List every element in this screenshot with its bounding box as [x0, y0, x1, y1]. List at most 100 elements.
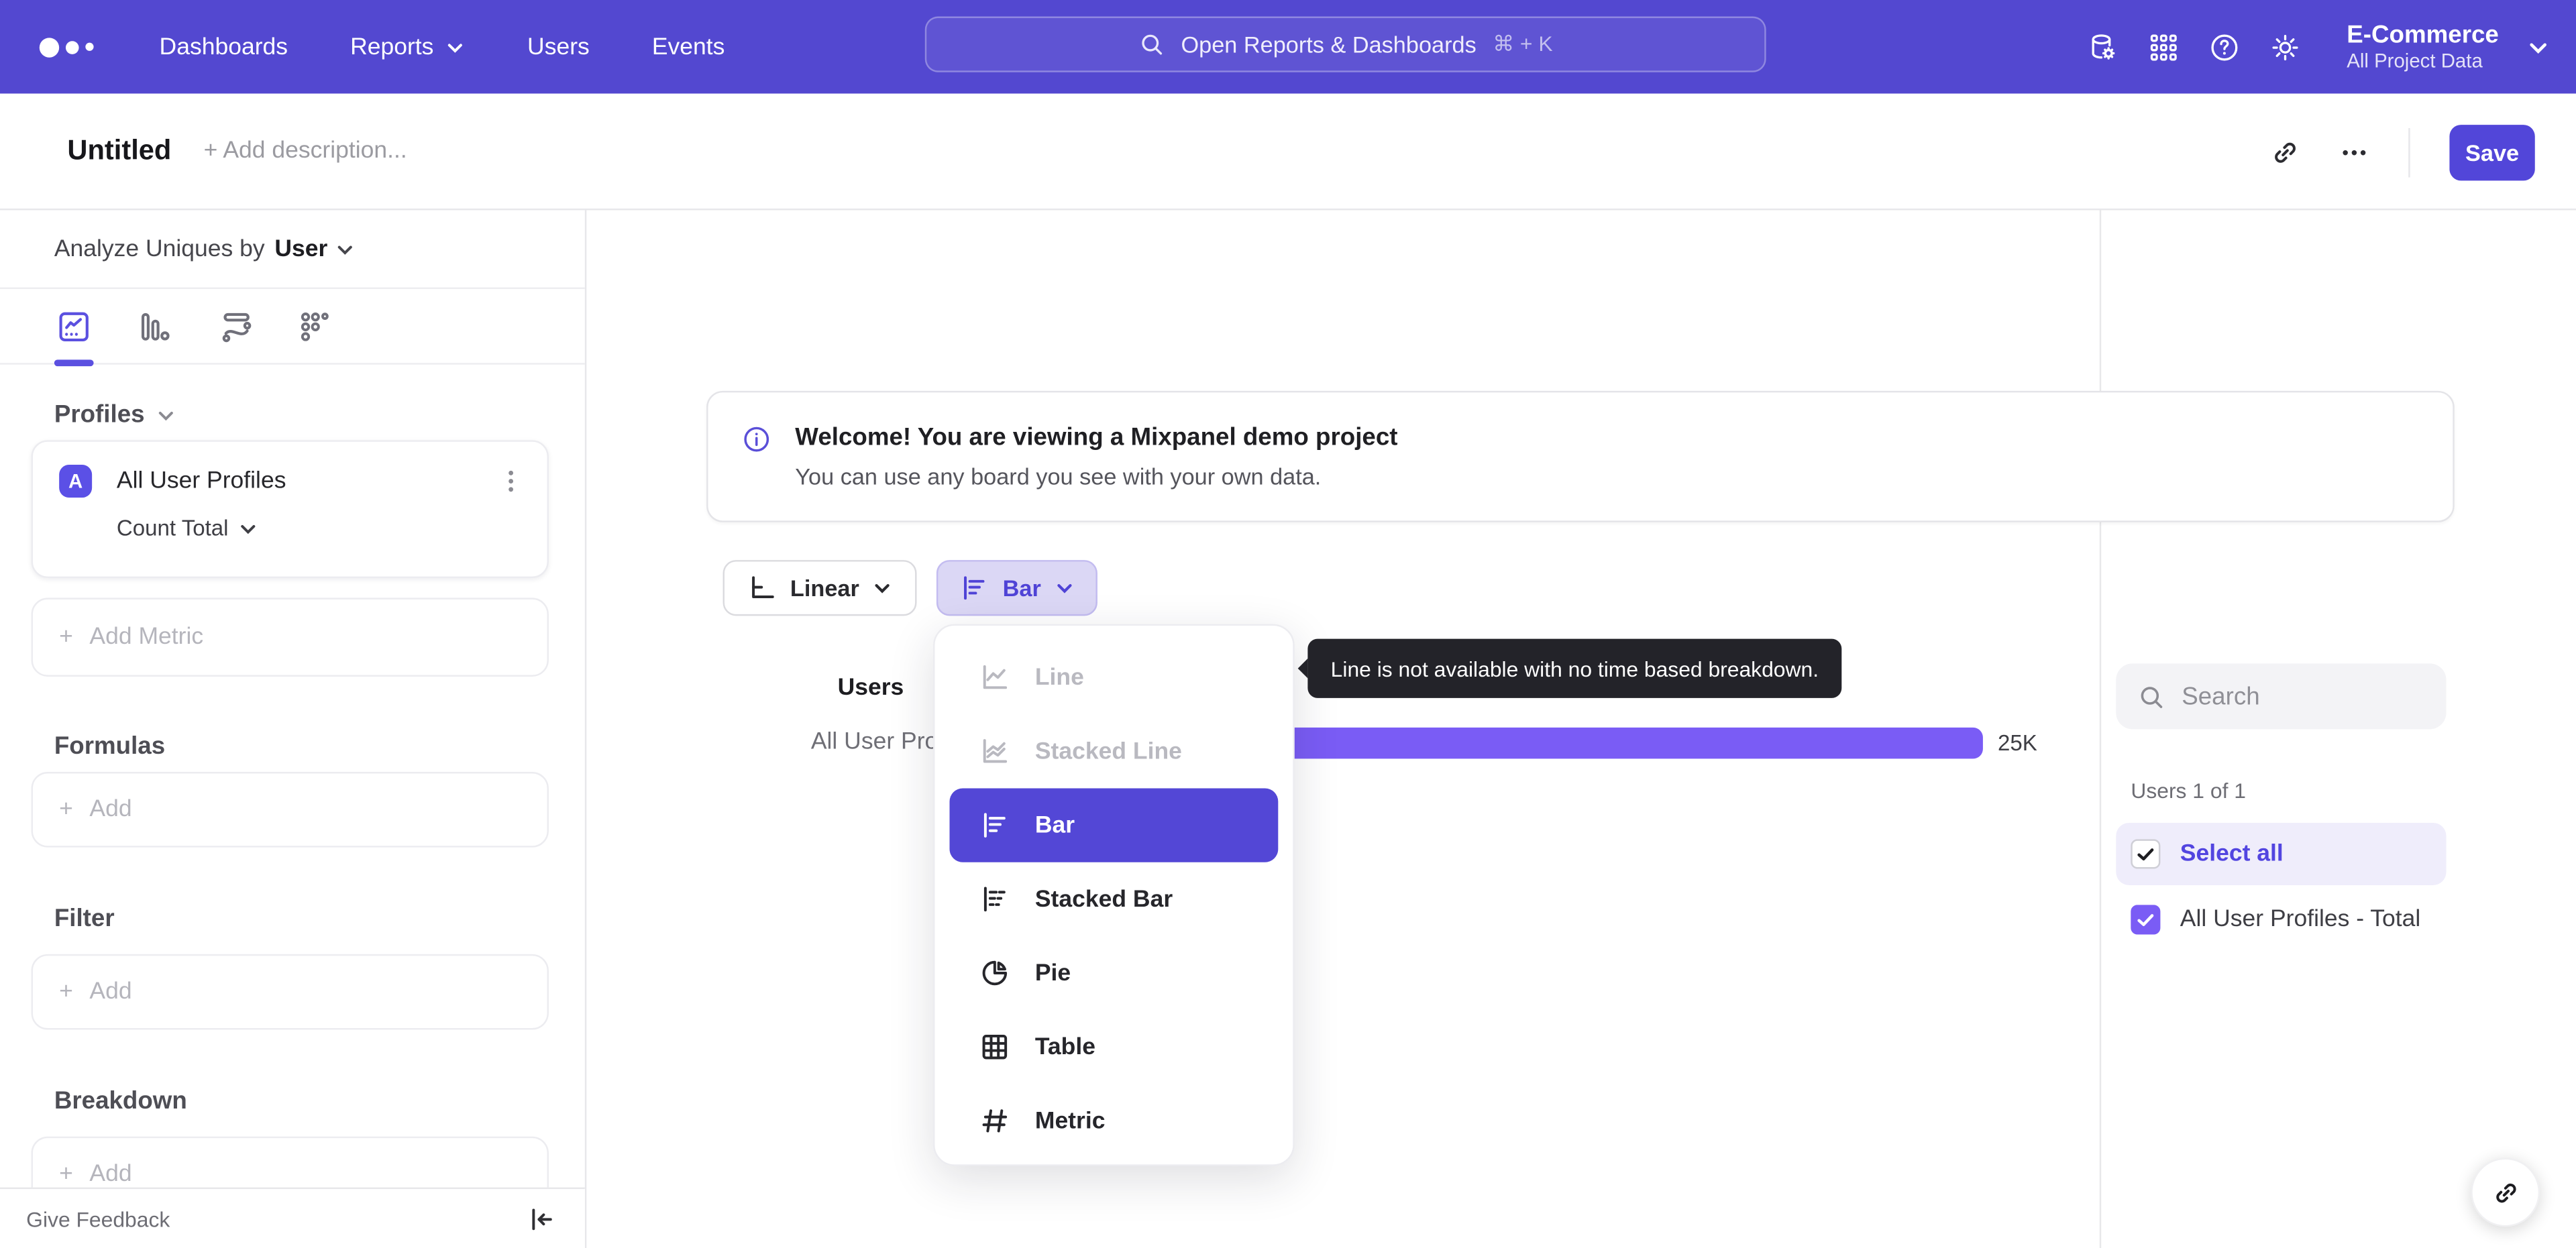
metric-aggregation-dropdown[interactable]: Count Total: [117, 516, 524, 541]
logo-dot: [65, 40, 79, 54]
tab-funnels-icon[interactable]: [136, 308, 172, 345]
breakdown-header-label: Breakdown: [54, 1087, 187, 1115]
add-description-field[interactable]: + Add description...: [204, 138, 407, 164]
chevron-down-icon: [158, 410, 173, 420]
menu-item-metric[interactable]: Metric: [934, 1084, 1293, 1157]
logo-dot: [85, 42, 94, 51]
series-search-input[interactable]: [2182, 682, 2412, 711]
nav-item-label: Events: [651, 34, 725, 60]
chevron-down-icon: [1057, 583, 1071, 593]
report-title[interactable]: Untitled: [67, 135, 171, 168]
metric-card[interactable]: A All User Profiles Count Total: [31, 440, 549, 579]
report-toolbar: Untitled + Add description... Save: [0, 93, 2576, 211]
search-icon: [2141, 686, 2163, 707]
series-search-box[interactable]: [2116, 663, 2447, 730]
add-formula-label: Add: [89, 796, 132, 823]
add-metric-button[interactable]: + Add Metric: [31, 598, 549, 677]
analyze-uniques-row: Analyze Uniques by User: [0, 210, 585, 290]
banner-title: Welcome! You are viewing a Mixpanel demo…: [795, 423, 1398, 452]
mixpanel-logo[interactable]: [39, 37, 94, 57]
breakdown-section-header: Breakdown: [54, 1087, 187, 1115]
add-filter-button[interactable]: + Add: [31, 954, 549, 1030]
tab-insights-icon[interactable]: [56, 308, 92, 345]
nav-item-reports[interactable]: Reports: [350, 34, 465, 60]
line-disabled-tooltip: Line is not available with no time based…: [1297, 638, 1842, 698]
tooltip-text: Line is not available with no time based…: [1330, 656, 1819, 681]
tab-retention-icon[interactable]: [297, 308, 333, 345]
select-all-checkbox[interactable]: [2131, 839, 2161, 869]
share-link-fab[interactable]: [2471, 1157, 2540, 1227]
plus-icon: +: [59, 624, 73, 650]
series-count-label: Users 1 of 1: [2131, 778, 2246, 803]
give-feedback-link[interactable]: Give Feedback: [26, 1206, 170, 1231]
query-builder-sidebar: Analyze Uniques by User Profiles A All U…: [0, 210, 587, 1248]
search-placeholder: Open Reports & Dashboards: [1181, 31, 1477, 58]
metric-name[interactable]: All User Profiles: [117, 468, 498, 494]
nav-item-users[interactable]: Users: [527, 34, 590, 60]
check-icon: [2137, 848, 2154, 861]
menu-item-stacked-line[interactable]: Stacked Line: [934, 714, 1293, 788]
menu-item-stacked-bar[interactable]: Stacked Bar: [934, 862, 1293, 936]
menu-item-bar[interactable]: Bar: [949, 788, 1279, 862]
profiles-header-label: Profiles: [54, 400, 145, 429]
analyze-entity-value: User: [274, 235, 328, 262]
chevron-down-icon: [447, 43, 462, 52]
series-checkbox[interactable]: [2131, 905, 2161, 935]
plus-icon: +: [59, 796, 73, 823]
line-chart-icon: [983, 665, 1008, 689]
aggregation-value: Count Total: [116, 515, 229, 541]
formulas-header-label: Formulas: [54, 732, 166, 760]
menu-item-line[interactable]: Line: [934, 640, 1293, 714]
sidebar-footer: Give Feedback: [0, 1187, 585, 1248]
nav-item-label: Reports: [350, 34, 434, 60]
menu-item-table[interactable]: Table: [934, 1010, 1293, 1084]
series-item-row[interactable]: All User Profiles - Total: [2131, 905, 2420, 935]
formulas-section-header: Formulas: [54, 732, 165, 760]
bar-chart-icon: [983, 813, 1006, 838]
menu-item-pie[interactable]: Pie: [934, 936, 1293, 1010]
metric-options-icon[interactable]: [498, 468, 524, 494]
demo-project-banner: Welcome! You are viewing a Mixpanel demo…: [706, 390, 2455, 522]
data-management-icon[interactable]: [2087, 30, 2120, 63]
chevron-down-icon: [241, 524, 256, 534]
banner-subtitle: You can use any board you see with your …: [795, 463, 1322, 490]
chart-type-menu: Line Stacked Line Bar Stacked Bar Pie Ta…: [933, 624, 1295, 1166]
report-type-tabs: [0, 289, 585, 367]
collapse-sidebar-icon[interactable]: [527, 1204, 555, 1233]
check-icon: [2137, 914, 2154, 926]
nav-menu: Dashboards Reports Users Events: [160, 34, 725, 60]
mixpanel-insights-report-page: Dashboards Reports Users Events Open Rep…: [0, 0, 2576, 1248]
menu-item-label: Stacked Line: [1034, 738, 1182, 765]
tab-flows-icon[interactable]: [219, 308, 255, 345]
add-breakdown-label: Add: [89, 1161, 132, 1188]
add-filter-label: Add: [89, 978, 132, 1005]
analyze-entity-dropdown[interactable]: User: [274, 235, 356, 262]
global-search-bar[interactable]: Open Reports & Dashboards ⌘ + K: [924, 16, 1766, 72]
link-icon: [2496, 1182, 2516, 1202]
save-button[interactable]: Save: [2449, 123, 2535, 180]
nav-item-events[interactable]: Events: [652, 34, 725, 60]
linear-scale-icon: [752, 576, 774, 598]
add-formula-button[interactable]: + Add: [31, 772, 549, 848]
menu-item-label: Stacked Bar: [1034, 886, 1173, 913]
plus-icon: +: [59, 978, 73, 1005]
project-name: E-Commerce: [2347, 21, 2499, 50]
nav-item-dashboards[interactable]: Dashboards: [160, 34, 288, 60]
chart-type-selector-button[interactable]: Bar: [936, 560, 1097, 616]
project-switcher[interactable]: E-Commerce All Project Data: [2347, 21, 2499, 72]
add-metric-label: Add Metric: [89, 624, 204, 650]
apps-grid-icon[interactable]: [2148, 30, 2181, 63]
scale-selector-button[interactable]: Linear: [722, 560, 917, 616]
select-all-row[interactable]: Select all: [2116, 822, 2447, 886]
logo-dot: [39, 37, 60, 57]
top-nav: Dashboards Reports Users Events Open Rep…: [0, 0, 2576, 94]
more-options-icon[interactable]: [2339, 137, 2369, 166]
search-shortcut: ⌘ + K: [1493, 31, 1553, 56]
stacked-bar-chart-icon: [983, 887, 1006, 912]
nav-item-label: Dashboards: [159, 34, 288, 60]
copy-link-icon[interactable]: [2270, 137, 2300, 166]
settings-gear-icon[interactable]: [2269, 30, 2302, 63]
nav-item-label: Users: [527, 34, 590, 60]
profiles-section-header[interactable]: Profiles: [54, 401, 176, 429]
help-icon[interactable]: [2209, 30, 2242, 63]
